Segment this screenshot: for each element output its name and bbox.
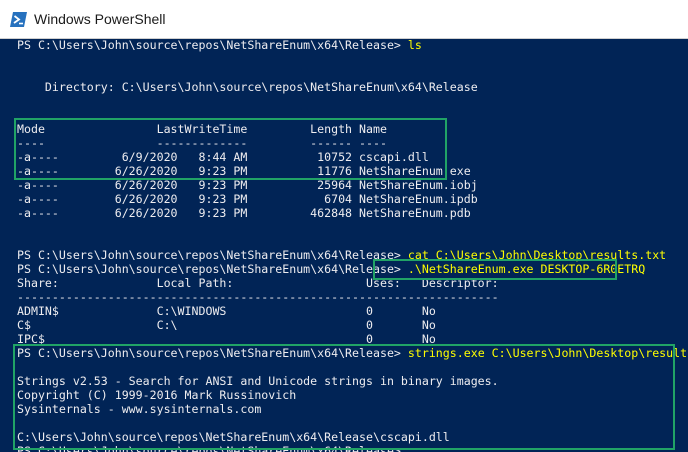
powershell-window: Windows PowerShell PS C:\Users\John\sour… bbox=[0, 0, 688, 452]
command-ls: ls bbox=[407, 38, 422, 52]
share-row: C$ C:\ 0 No bbox=[17, 318, 436, 332]
highlight-box-dir-listing bbox=[14, 118, 447, 180]
title-bar[interactable]: Windows PowerShell bbox=[0, 0, 688, 39]
directory-line: Directory: C:\Users\John\source\repos\Ne… bbox=[17, 80, 478, 94]
highlight-box-enum-command bbox=[373, 259, 617, 280]
prompt: PS C:\Users\John\source\repos\NetShareEn… bbox=[17, 262, 401, 276]
share-row: ADMIN$ C:\WINDOWS 0 No bbox=[17, 304, 436, 318]
dir-row: -a---- 6/26/2020 9:23 PM 25964 NetShareE… bbox=[17, 178, 478, 192]
prompt-line-ls: PS C:\Users\John\source\repos\NetShareEn… bbox=[17, 38, 422, 52]
dir-row: -a---- 6/26/2020 9:23 PM 462848 NetShare… bbox=[17, 206, 471, 220]
prompt: PS C:\Users\John\source\repos\NetShareEn… bbox=[17, 38, 401, 52]
share-underline: ----------------------------------------… bbox=[17, 290, 499, 304]
window-title: Windows PowerShell bbox=[34, 11, 166, 27]
dir-row: -a---- 6/26/2020 9:23 PM 6704 NetShareEn… bbox=[17, 192, 478, 206]
highlight-box-strings-output bbox=[13, 344, 675, 450]
prompt: PS C:\Users\John\source\repos\NetShareEn… bbox=[17, 248, 401, 262]
powershell-icon bbox=[10, 11, 27, 27]
